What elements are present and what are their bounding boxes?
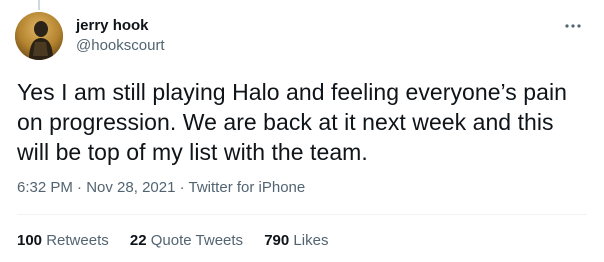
likes-stat[interactable]: 790 Likes [264,231,328,251]
author-handle[interactable]: @hookscourt [76,36,165,56]
quote-tweets-label: Quote Tweets [150,232,244,249]
meta-separator: · [175,179,189,196]
author-name[interactable]: jerry hook [76,16,149,36]
tweet-time[interactable]: 6:32 PM [17,179,73,196]
tweet-stats: 100 Retweets 22 Quote Tweets 790 Likes [17,231,345,251]
likes-count: 790 [264,232,290,249]
more-dots-icon [565,24,581,28]
quote-tweets-stat[interactable]: 22 Quote Tweets [130,231,243,251]
retweets-count: 100 [17,232,43,249]
likes-label: Likes [293,232,329,249]
thread-connector-line [38,0,40,10]
tweet-source[interactable]: Twitter for iPhone [189,179,306,196]
tweet-date[interactable]: Nov 28, 2021 [86,179,175,196]
quote-tweets-count: 22 [129,232,147,249]
tweet-metadata: 6:32 PM · Nov 28, 2021 · Twitter for iPh… [17,178,305,198]
meta-separator: · [72,179,87,196]
retweets-label: Retweets [46,232,109,249]
more-options-button[interactable] [562,16,584,36]
retweets-stat[interactable]: 100 Retweets [17,231,109,251]
avatar-image [15,12,63,60]
tweet-text: Yes I am still playing Halo and feeling … [17,79,567,165]
divider [17,214,587,215]
avatar[interactable] [15,12,63,60]
